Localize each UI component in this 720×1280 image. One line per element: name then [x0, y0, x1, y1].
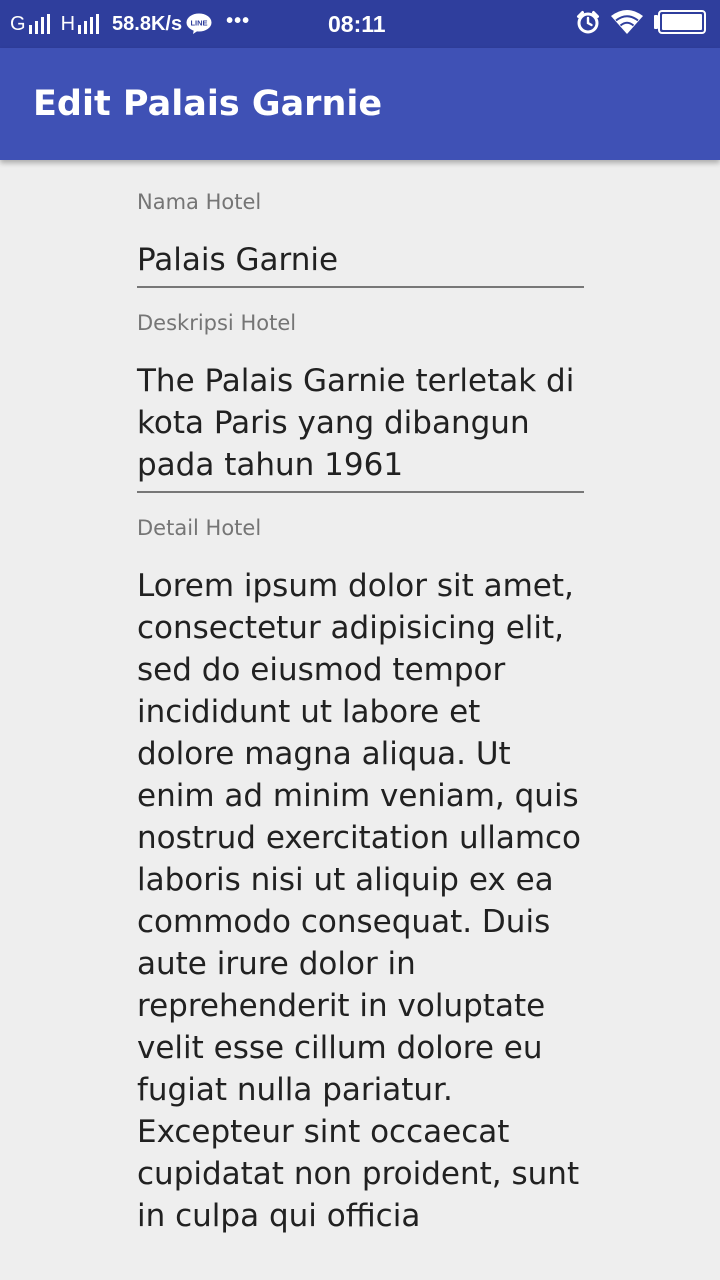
hotel-description-underline [137, 491, 584, 493]
hotel-name-underline [137, 286, 584, 288]
more-dots-icon: ••• [226, 9, 251, 32]
wifi-icon [610, 9, 644, 39]
hotel-description-label: Deskripsi Hotel [137, 311, 297, 335]
carrier-2-label: H [60, 12, 76, 35]
hotel-name-label: Nama Hotel [137, 190, 262, 214]
hotel-name-input[interactable]: Palais Garnie [137, 239, 584, 281]
signal-1-icon [28, 14, 53, 34]
hotel-description-input[interactable]: The Palais Garnie terletak di kota Paris… [137, 360, 584, 486]
signal-2-icon [78, 14, 102, 34]
status-bar-right [566, 0, 706, 48]
carrier-1-label: G [10, 12, 26, 35]
page-title: Edit Palais Garnie [33, 84, 383, 124]
line-icon: LINE [186, 13, 212, 35]
alarm-icon [576, 10, 600, 38]
status-bar-left: G H 58.8K/s LINE ••• [10, 0, 250, 48]
line-icon-label: LINE [191, 19, 208, 28]
hotel-detail-label: Detail Hotel [137, 516, 262, 540]
status-bar: G H 58.8K/s LINE ••• 08:11 [0, 0, 720, 48]
app-bar: Edit Palais Garnie [0, 48, 720, 160]
hotel-detail-input[interactable]: Lorem ipsum dolor sit amet, consectetur … [137, 565, 584, 1280]
status-time: 08:11 [328, 11, 386, 37]
battery-icon [654, 10, 706, 38]
network-speed: 58.8K/s [112, 12, 183, 35]
